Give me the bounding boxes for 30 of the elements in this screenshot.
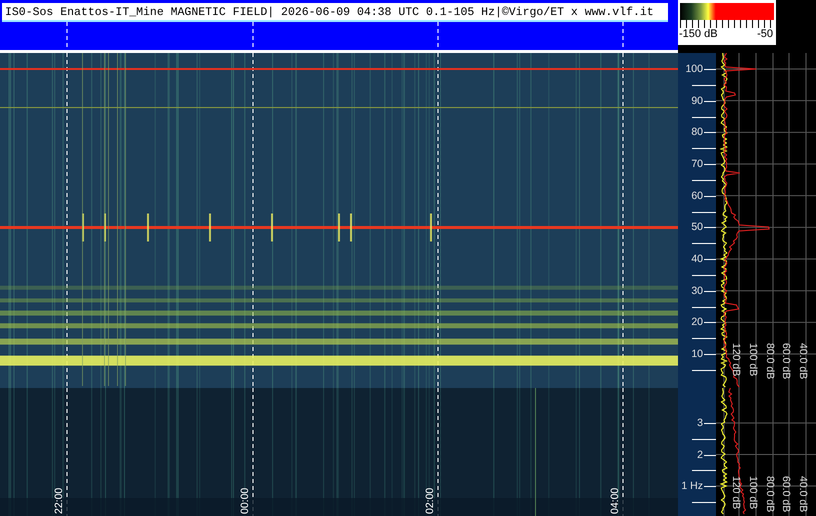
frequency-label: 50: [691, 221, 703, 234]
time-label: 02:00: [424, 488, 436, 514]
frequency-label: 40: [691, 253, 703, 266]
time-label: 04:00: [609, 488, 621, 514]
level-label: 100 dB: [747, 343, 759, 376]
colorbar-max-label: -50: [757, 28, 773, 41]
level-label: 40.0 dB: [797, 343, 809, 380]
level-label: 100 dB: [747, 476, 759, 510]
chart-title: IS0-Sos Enattos-IT_Mine MAGNETIC FIELD| 2026-06-09 04:38 UTC 0.1-105 Hz|©Virgo/ET x www.vlf.it: [2, 3, 668, 22]
frequency-label: 20: [691, 316, 703, 328]
level-label: 120 dB: [730, 343, 742, 376]
time-label: 22:00: [53, 488, 65, 514]
level-label: 80.0 dB: [764, 343, 776, 380]
frequency-label: 60: [691, 190, 703, 202]
frequency-label: 10: [691, 348, 703, 360]
frequency-label: 100: [685, 63, 703, 75]
frequency-label: 3: [697, 417, 703, 429]
frequency-label: 80: [691, 126, 703, 138]
level-label: 60.0 dB: [780, 343, 792, 380]
colorbar-min-label: -150 dB: [679, 28, 718, 41]
frequency-label: 1 Hz: [681, 480, 703, 492]
frequency-label: 2: [697, 448, 703, 460]
frequency-label: 90: [691, 94, 703, 107]
level-label: 40.0 dB: [797, 476, 809, 512]
level-label: 80.0 dB: [764, 476, 776, 512]
frequency-label: 30: [691, 284, 703, 297]
level-label: 60.0 dB: [780, 476, 792, 512]
time-label: 00:00: [239, 488, 251, 514]
level-label: 120 dB: [730, 476, 742, 510]
frequency-label: 70: [691, 158, 703, 170]
